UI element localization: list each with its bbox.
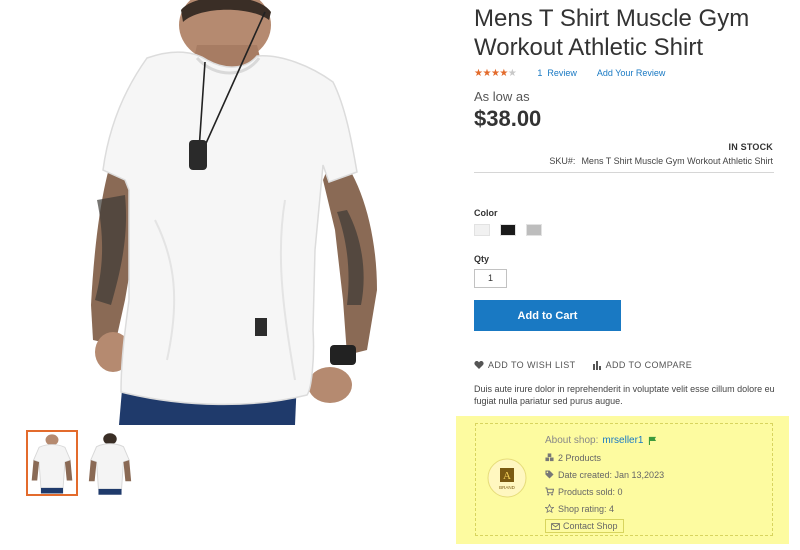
add-to-cart-button[interactable]: Add to Cart bbox=[474, 300, 621, 331]
shop-date-created: Date created: Jan 13,2023 bbox=[545, 466, 664, 483]
wishlist-label: ADD TO WISH LIST bbox=[488, 360, 576, 370]
product-title: Mens T Shirt Muscle Gym Workout Athletic… bbox=[474, 5, 750, 61]
swatch-black[interactable] bbox=[500, 224, 516, 236]
review-count-link[interactable]: 1 bbox=[537, 68, 542, 78]
shop-sold-text: Products sold: 0 bbox=[558, 486, 623, 497]
shop-title: About shop: mrseller1 bbox=[545, 432, 664, 449]
flag-icon[interactable] bbox=[648, 436, 657, 445]
shop-products-text: 2 Products bbox=[558, 452, 602, 463]
shop-products-sold: Products sold: 0 bbox=[545, 483, 664, 500]
shop-logo-text: BRAND bbox=[499, 485, 516, 490]
tag-icon bbox=[545, 470, 554, 479]
shop-rating-text: Shop rating: 4 bbox=[558, 503, 615, 514]
color-swatches bbox=[474, 224, 542, 236]
contact-shop-label: Contact Shop bbox=[563, 521, 618, 531]
qty-input[interactable]: 1 bbox=[474, 269, 507, 288]
add-to-wishlist-link[interactable]: ADD TO WISH LIST bbox=[474, 360, 576, 370]
thumbnail-front[interactable] bbox=[26, 430, 78, 496]
cubes-icon bbox=[545, 453, 554, 462]
swatch-white[interactable] bbox=[474, 224, 490, 236]
product-main-image[interactable] bbox=[85, 0, 395, 425]
seller-link[interactable]: mrseller1 bbox=[602, 435, 643, 446]
shop-rating: Shop rating: 4 bbox=[545, 500, 664, 517]
star-icon: ★ bbox=[490, 67, 500, 79]
divider bbox=[474, 172, 774, 173]
stock-status: IN STOCK bbox=[728, 142, 773, 152]
shop-products: 2 Products bbox=[545, 449, 664, 466]
shop-logo[interactable]: A BRAND bbox=[487, 458, 527, 498]
rating-summary: ★ ★ ★ ★ ★ 1 Review Add Your Review bbox=[474, 66, 665, 80]
qty-label: Qty bbox=[474, 254, 490, 264]
reviews-link[interactable]: Review bbox=[547, 68, 577, 78]
shop-card: A BRAND About shop: mrseller1 2 Products bbox=[456, 416, 789, 544]
product-actions: ADD TO WISH LIST ADD TO COMPARE bbox=[474, 360, 692, 370]
cart-icon bbox=[545, 487, 554, 496]
shop-date-text: Date created: Jan 13,2023 bbox=[558, 469, 665, 480]
contact-shop-button[interactable]: Contact Shop bbox=[545, 519, 624, 533]
star-icon: ★ bbox=[507, 67, 517, 79]
shop-info: About shop: mrseller1 2 Products Date cr… bbox=[545, 432, 664, 533]
add-to-compare-link[interactable]: ADD TO COMPARE bbox=[592, 360, 693, 370]
thumbnail-back[interactable] bbox=[84, 430, 136, 496]
rating-stars: ★ ★ ★ ★ ★ bbox=[474, 67, 517, 79]
color-label: Color bbox=[474, 208, 498, 218]
swatch-gray[interactable] bbox=[526, 224, 542, 236]
star-icon: ★ bbox=[474, 67, 483, 79]
compare-label: ADD TO COMPARE bbox=[605, 360, 693, 370]
product-description: Duis aute irure dolor in reprehenderit i… bbox=[474, 384, 775, 406]
about-shop-label: About shop: bbox=[545, 435, 599, 446]
envelope-icon bbox=[551, 522, 560, 530]
star-icon: ★ bbox=[482, 67, 491, 79]
price: $38.00 bbox=[474, 106, 542, 131]
price-label: As low as bbox=[474, 89, 530, 104]
heart-icon bbox=[474, 360, 484, 369]
star-outline-icon bbox=[545, 504, 554, 513]
star-icon: ★ bbox=[499, 67, 508, 79]
sku: SKU#: Mens T Shirt Muscle Gym Workout At… bbox=[549, 156, 773, 166]
compare-icon bbox=[592, 361, 601, 370]
shop-logo-letter: A bbox=[503, 470, 511, 482]
sku-value: Mens T Shirt Muscle Gym Workout Athletic… bbox=[581, 156, 773, 166]
add-review-link[interactable]: Add Your Review bbox=[597, 68, 666, 78]
sku-label: SKU#: bbox=[549, 156, 576, 166]
